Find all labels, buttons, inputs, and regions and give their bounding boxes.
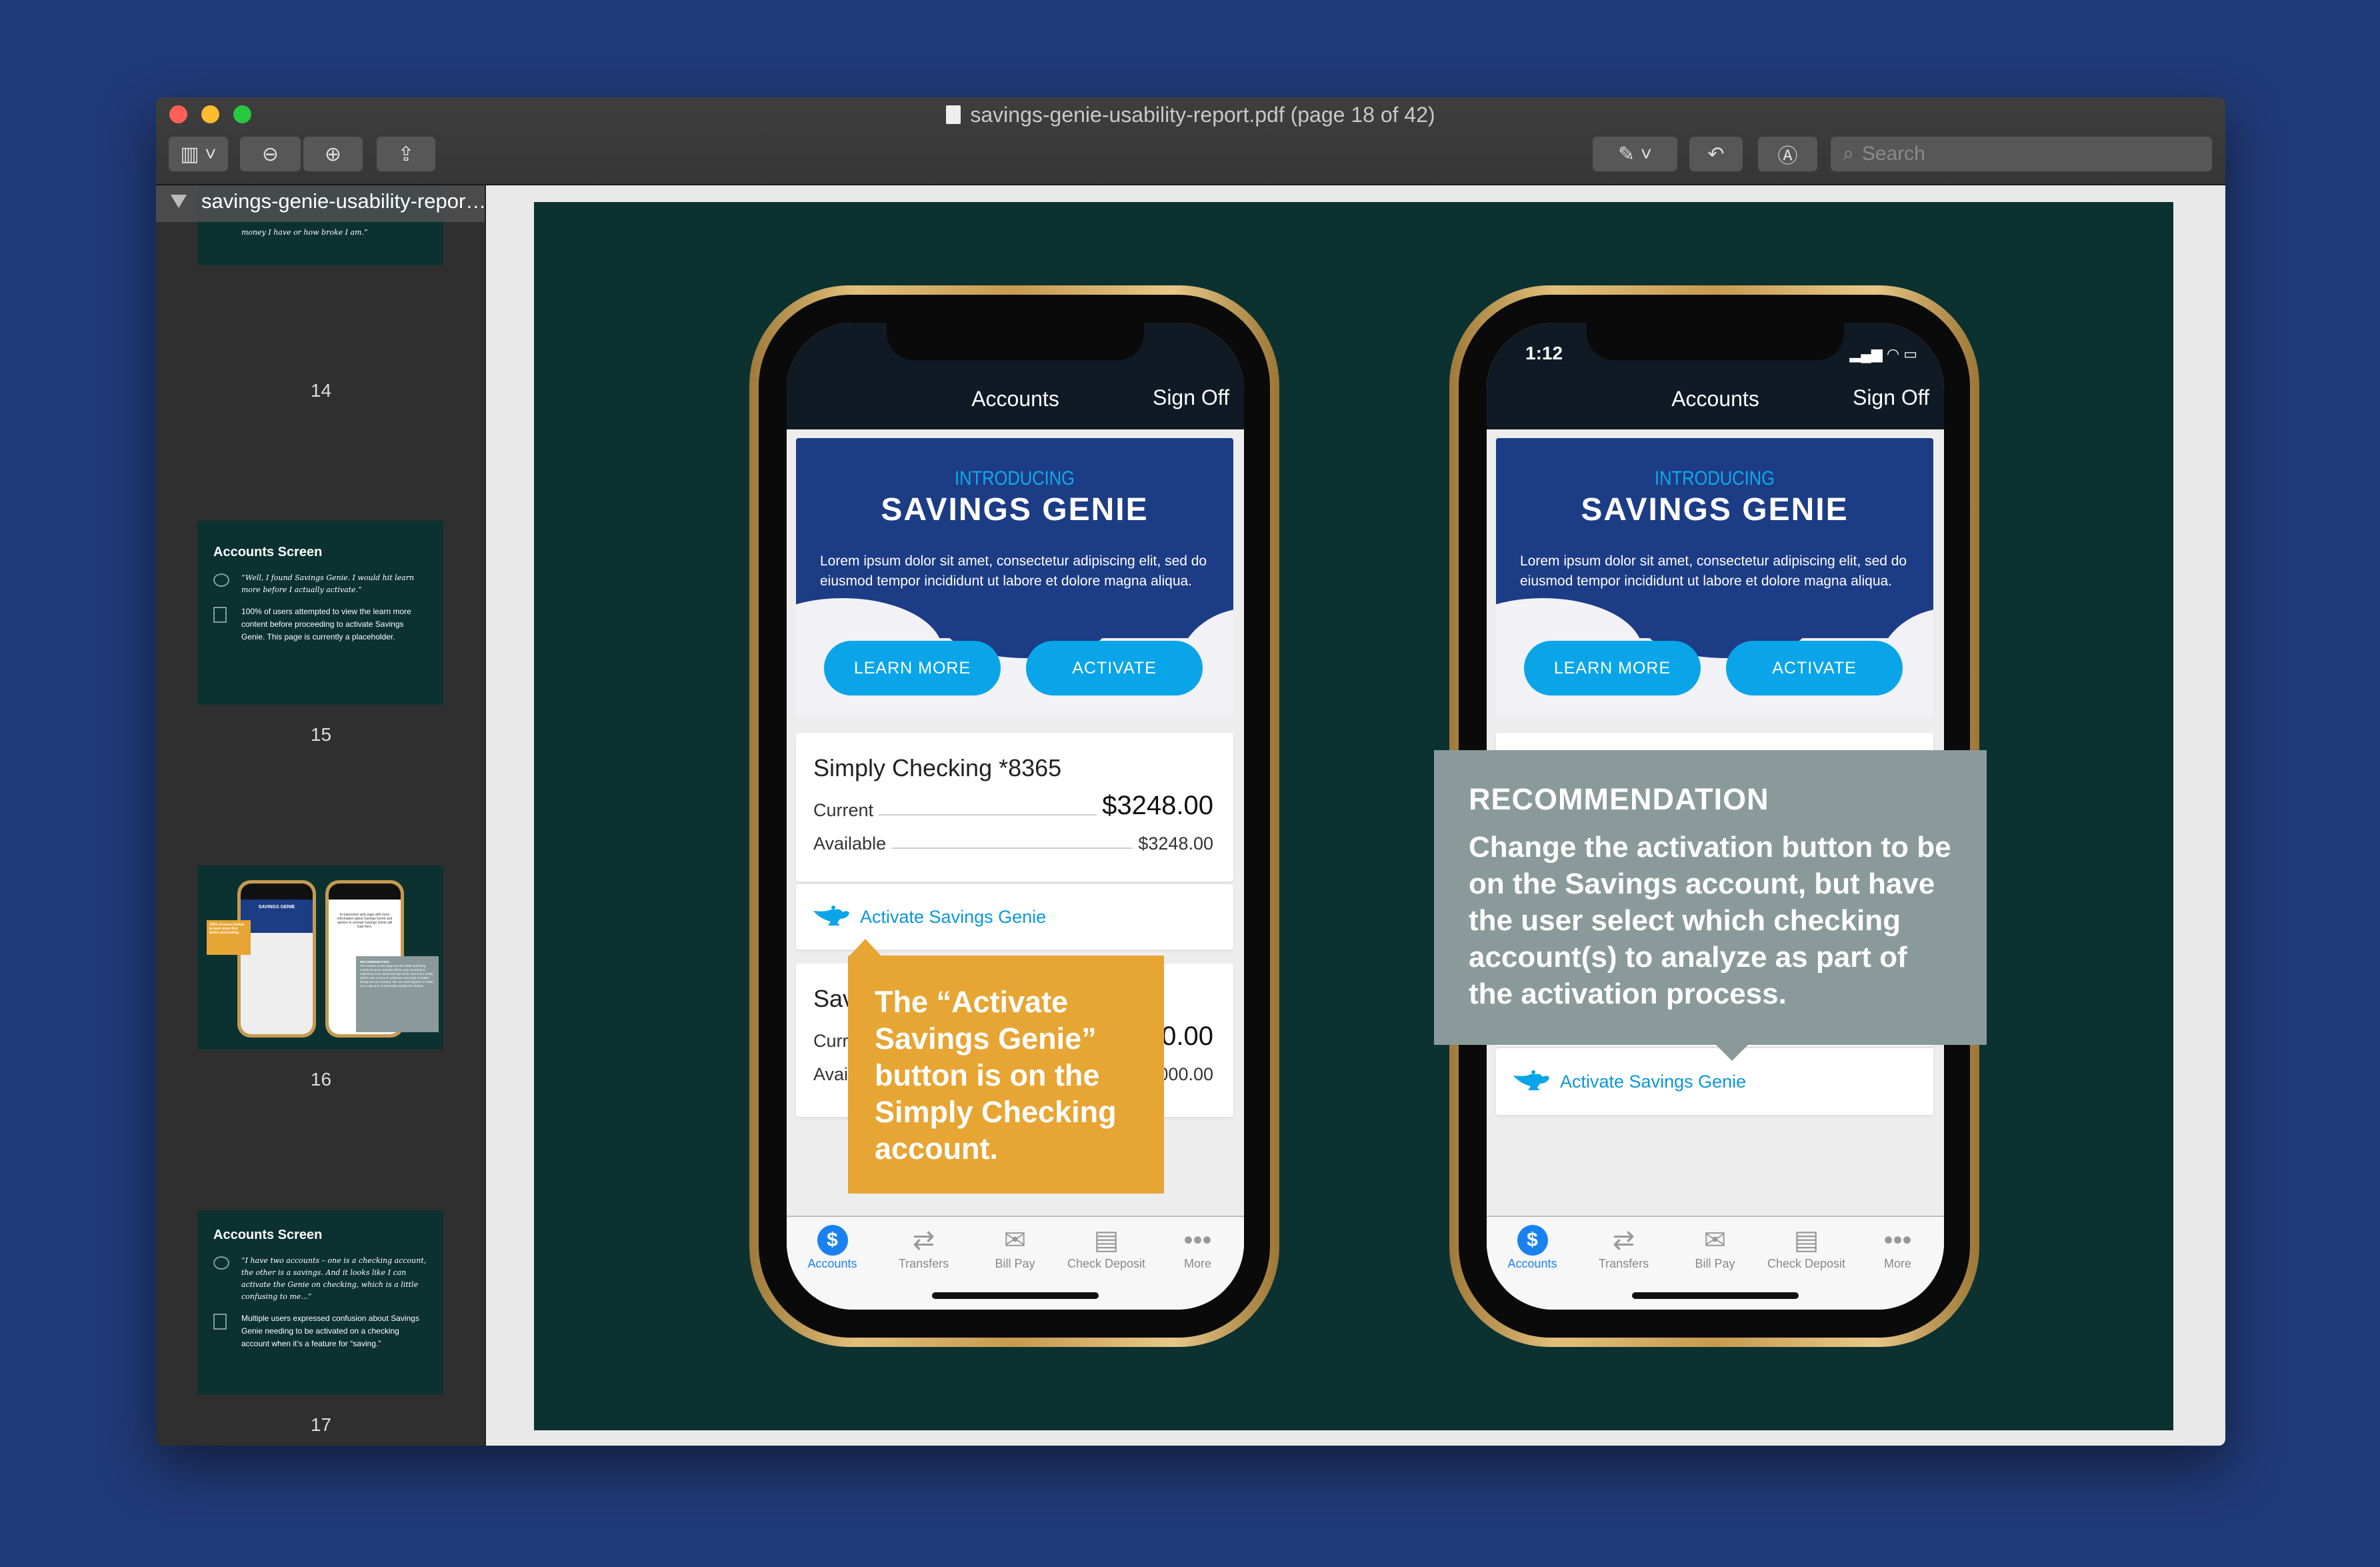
thumb-quote: “Well, I found Savings Genie. I would hi… [213, 572, 427, 596]
tab-transfers[interactable]: ⇄ Transfers [1578, 1224, 1669, 1271]
rotate-button[interactable]: ↶ [1689, 137, 1743, 171]
zoom-out-icon: ⊖ [261, 143, 279, 165]
callout-pointer [848, 939, 883, 958]
page-number: 15 [310, 724, 332, 745]
clipboard-icon [213, 1314, 227, 1330]
rotate-icon: ↶ [1707, 143, 1725, 165]
status-time: 1:12 [1525, 343, 1563, 363]
available-label: Available [813, 834, 887, 854]
bill-pay-icon: ✉ [1703, 1226, 1727, 1255]
speech-bubble-icon [213, 573, 229, 587]
activate-button[interactable]: ACTIVATE [1726, 641, 1903, 695]
thumbnail-page-16[interactable]: SAVINGS GENIE A responsive web page with… [197, 866, 443, 1050]
sidebar-document-header[interactable]: savings-genie-usability-repor… [156, 185, 485, 222]
banner-body: Lorem ipsum dolor sit amet, consectetur … [820, 553, 1207, 589]
genie-lamp-icon [813, 906, 849, 926]
preview-window: savings-genie-usability-report.pdf (page… [156, 97, 2225, 1446]
sidebar-toggle-button[interactable]: ▥ ˅ [169, 137, 228, 171]
annotate-button[interactable]: Ⓐ [1758, 137, 1817, 171]
clipboard-icon [213, 607, 227, 623]
bill-pay-icon: ✉ [1003, 1226, 1027, 1255]
recommendation-box: RECOMMENDATION Change the activation but… [1434, 750, 1987, 1045]
window-title: savings-genie-usability-report.pdf (page… [156, 103, 2225, 127]
transfer-arrows-icon: ⇄ [912, 1226, 935, 1255]
learn-more-button[interactable]: LEARN MORE [1524, 641, 1701, 695]
transfer-arrows-icon: ⇄ [1612, 1226, 1635, 1255]
thumb-title: Accounts Screen [213, 1228, 323, 1242]
disclosure-triangle-icon[interactable] [171, 195, 187, 208]
tab-bill-pay[interactable]: ✉ Bill Pay [969, 1224, 1061, 1271]
current-balance: $3248.00 [1102, 791, 1213, 820]
tab-check-deposit[interactable]: ▤ Check Deposit [1061, 1224, 1152, 1271]
tab-more[interactable]: ••• More [1852, 1224, 1943, 1271]
home-indicator [1632, 1292, 1799, 1299]
mini-callout: 100% of users clicked to learn more firs… [207, 920, 251, 955]
sidebar-icon: ▥ ˅ [180, 143, 217, 165]
available-balance: $3248.00 [1138, 834, 1213, 854]
tab-transfers[interactable]: ⇄ Transfers [878, 1224, 969, 1271]
more-dots-icon: ••• [1883, 1225, 1912, 1255]
annotate-icon: Ⓐ [1777, 145, 1798, 167]
page-number: 17 [310, 1414, 332, 1435]
tab-accounts[interactable]: $ Accounts [787, 1224, 878, 1271]
learn-more-button[interactable]: LEARN MORE [824, 641, 1001, 695]
recommendation-title: RECOMMENDATION [1469, 782, 1769, 816]
speech-bubble-icon [213, 1256, 229, 1270]
checking-account-card[interactable]: Simply Checking *8365 Current $3248.00 Av… [796, 733, 1233, 882]
check-icon: ▤ [1093, 1226, 1119, 1255]
banner-title: SAVINGS GENIE [881, 492, 1149, 527]
savings-genie-banner: INTRODUCING SAVINGS GENIE Lorem ipsum do… [796, 438, 1233, 717]
phone-notch [1587, 323, 1844, 360]
tab-accounts[interactable]: $ Accounts [1487, 1224, 1578, 1271]
zoom-out-button[interactable]: ⊖ [240, 137, 301, 171]
sign-off-button[interactable]: Sign Off [1153, 385, 1229, 410]
thumb-quote: “I have two accounts – one is a checking… [213, 1255, 427, 1303]
more-dots-icon: ••• [1183, 1225, 1212, 1255]
dollar-icon: $ [1517, 1225, 1548, 1256]
thumb-note: 100% of users attempted to view the lear… [213, 605, 427, 643]
tab-more[interactable]: ••• More [1152, 1224, 1243, 1271]
tab-bill-pay[interactable]: ✉ Bill Pay [1669, 1224, 1761, 1271]
recommendation-text: Change the activation button to be on th… [1469, 831, 1951, 1010]
home-indicator [932, 1292, 1099, 1299]
pen-icon: ✎ ˅ [1618, 143, 1652, 165]
thumb-quote-tail: money I have or how broke I am.” [241, 228, 368, 237]
tab-check-deposit[interactable]: ▤ Check Deposit [1761, 1224, 1852, 1271]
search-icon: ⌕ [1843, 143, 1854, 165]
current-label: Current [813, 800, 874, 820]
page-number: 14 [310, 380, 332, 401]
markup-button[interactable]: ✎ ˅ [1593, 137, 1677, 171]
thumbnail-page-17[interactable]: Accounts Screen “I have two accounts – o… [197, 1210, 443, 1394]
account-name: Simply Checking *8365 [813, 754, 1062, 781]
mini-phone-left: SAVINGS GENIE [237, 880, 316, 1038]
thumbnail-sidebar[interactable]: savings-genie-usability-repor… money I h… [156, 185, 486, 1446]
pdf-document-icon [946, 105, 961, 124]
savings-genie-banner: INTRODUCING SAVINGS GENIE Lorem ipsum do… [1496, 438, 1933, 717]
phone-notch [887, 323, 1144, 360]
activate-savings-genie-link[interactable]: Activate Savings Genie [1496, 1048, 1933, 1115]
dollar-icon: $ [817, 1225, 848, 1256]
page-number: 16 [310, 1069, 332, 1090]
pdf-page-18: Accounts Sign Off INTRODUCING SAVINGS GE… [534, 202, 2173, 1430]
thumbnail-page-15[interactable]: Accounts Screen “Well, I found Savings G… [197, 521, 443, 705]
share-icon: ⇪ [397, 143, 415, 165]
banner-introducing: INTRODUCING [955, 467, 1075, 489]
activate-button[interactable]: ACTIVATE [1026, 641, 1203, 695]
sign-off-button[interactable]: Sign Off [1853, 385, 1929, 410]
check-icon: ▤ [1793, 1226, 1819, 1255]
recommendation-pointer [1716, 1045, 1748, 1061]
search-input[interactable]: ⌕ Search [1831, 137, 2212, 171]
document-viewer[interactable]: Accounts Sign Off INTRODUCING SAVINGS GE… [486, 185, 2225, 1446]
thumb-title: Accounts Screen [213, 545, 323, 559]
thumb-note: Multiple users expressed confusion about… [213, 1312, 427, 1350]
mini-recommendation: RECOMMENDATION The content on this page a… [356, 956, 439, 1032]
genie-lamp-icon [1513, 1070, 1549, 1090]
zoom-in-icon: ⊕ [324, 143, 342, 165]
signal-wifi-battery-icon: ▂▄▆ ◠ ▭ [1849, 345, 1917, 362]
zoom-in-button[interactable]: ⊕ [303, 137, 363, 171]
share-button[interactable]: ⇪ [377, 137, 435, 171]
finding-callout: The “Activate Savings Genie” button is o… [848, 956, 1164, 1194]
title-bar: savings-genie-usability-report.pdf (page… [156, 97, 2225, 185]
